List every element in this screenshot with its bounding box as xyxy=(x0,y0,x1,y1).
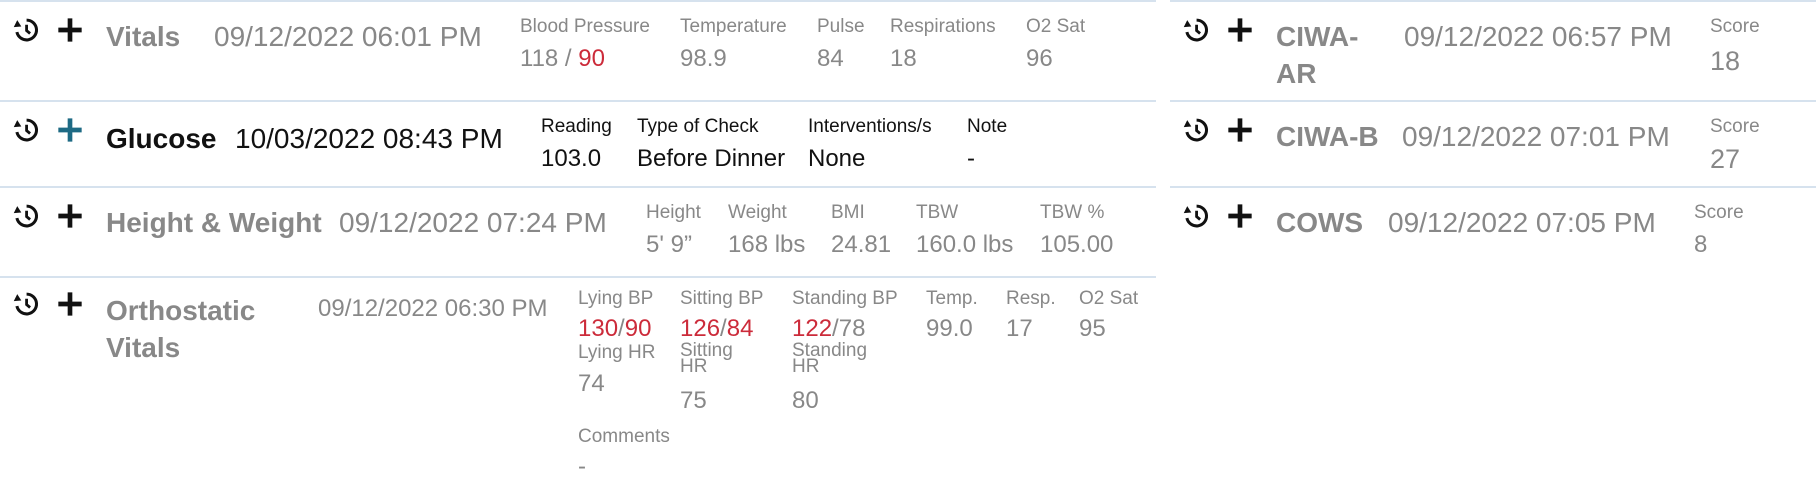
ciwa-ar-history-icon[interactable] xyxy=(1182,16,1210,44)
tbw-percent-value: 105.00 xyxy=(1040,231,1114,258)
vitals-title[interactable]: Vitals xyxy=(106,18,180,55)
ciwa-b-row: CIWA-B 09/12/2022 07:01 PM Score 27 xyxy=(1170,100,1816,186)
vitals-row: Vitals 09/12/2022 06:01 PM Blood Pressur… xyxy=(0,0,1156,100)
standing-hr-label-line2: HR xyxy=(792,356,820,377)
sitting-hr-value: 75 xyxy=(680,387,707,414)
ciwa-ar-title-line2[interactable]: AR xyxy=(1276,55,1316,92)
orthostatic-temp-label: Temp. xyxy=(926,288,978,309)
cows-score-label: Score xyxy=(1694,202,1744,223)
vitals-bp-label: Blood Pressure xyxy=(520,16,650,37)
vitals-temp-value: 98.9 xyxy=(680,45,727,72)
vitals-history-icon[interactable] xyxy=(12,16,40,44)
cows-score-value: 8 xyxy=(1694,231,1708,258)
cows-date: 09/12/2022 07:05 PM xyxy=(1388,207,1656,238)
glucose-note-value: - xyxy=(967,145,975,172)
orthostatic-title-line1[interactable]: Orthostatic xyxy=(106,292,255,329)
glucose-check-value: Before Dinner xyxy=(637,145,786,172)
lying-hr-label: Lying HR xyxy=(578,342,656,363)
orthostatic-temp-value: 99.0 xyxy=(926,315,973,342)
lying-bp-label: Lying BP xyxy=(578,288,654,309)
comments-label: Comments xyxy=(578,426,670,447)
cows-row: COWS 09/12/2022 07:05 PM Score 8 xyxy=(1170,186,1816,276)
ciwa-b-score-value: 27 xyxy=(1710,144,1741,174)
height-weight-history-icon[interactable] xyxy=(12,202,40,230)
vitals-add-icon[interactable] xyxy=(56,16,84,44)
tbw-label: TBW xyxy=(916,202,959,223)
standing-bp-label: Standing BP xyxy=(792,288,898,309)
orthostatic-resp-value: 17 xyxy=(1006,315,1033,342)
cows-add-icon[interactable] xyxy=(1226,202,1254,230)
sitting-bp-label: Sitting BP xyxy=(680,288,764,309)
glucose-add-icon[interactable] xyxy=(56,116,84,144)
vitals-temp-label: Temperature xyxy=(680,16,787,37)
comments-value: - xyxy=(578,453,586,478)
ciwa-ar-add-icon[interactable] xyxy=(1226,16,1254,44)
sitting-hr-label-line2: HR xyxy=(680,356,708,377)
orthostatic-o2-value: 95 xyxy=(1079,315,1106,342)
glucose-reading-label: Reading xyxy=(541,116,612,137)
ciwa-b-add-icon[interactable] xyxy=(1226,116,1254,144)
ciwa-ar-title-line1[interactable]: CIWA- xyxy=(1276,18,1358,55)
glucose-reading-value: 103.0 xyxy=(541,145,602,172)
glucose-row: Glucose 10/03/2022 08:43 PM Reading 103.… xyxy=(0,100,1156,186)
vitals-resp-label: Respirations xyxy=(890,16,996,37)
ciwa-b-title[interactable]: CIWA-B xyxy=(1276,118,1379,155)
vitals-o2-value: 96 xyxy=(1026,45,1053,72)
ciwa-ar-score-label: Score xyxy=(1710,16,1760,37)
ciwa-ar-score-value: 18 xyxy=(1710,46,1741,76)
height-weight-date: 09/12/2022 07:24 PM xyxy=(339,207,607,238)
ciwa-b-date: 09/12/2022 07:01 PM xyxy=(1402,121,1670,152)
orthostatic-resp-label: Resp. xyxy=(1006,288,1056,309)
ciwa-ar-row: CIWA- AR 09/12/2022 06:57 PM Score 18 xyxy=(1170,0,1816,100)
height-label: Height xyxy=(646,202,701,223)
vitals-date: 09/12/2022 06:01 PM xyxy=(214,21,482,52)
weight-value: 168 lbs xyxy=(728,231,806,258)
height-weight-add-icon[interactable] xyxy=(56,202,84,230)
orthostatic-date: 09/12/2022 06:30 PM xyxy=(318,295,548,322)
cows-history-icon[interactable] xyxy=(1182,202,1210,230)
weight-label: Weight xyxy=(728,202,787,223)
height-value: 5' 9” xyxy=(646,231,692,258)
orthostatic-add-icon[interactable] xyxy=(56,290,84,318)
vitals-pulse-value: 84 xyxy=(817,45,844,72)
orthostatic-title-line2[interactable]: Vitals xyxy=(106,329,180,366)
glucose-interventions-label: Interventions/s xyxy=(808,116,932,137)
orthostatic-o2-label: O2 Sat xyxy=(1079,288,1139,309)
glucose-title[interactable]: Glucose xyxy=(106,120,216,157)
glucose-note-label: Note xyxy=(967,116,1008,137)
lying-bp-value: 130/90 xyxy=(578,315,652,342)
ciwa-b-history-icon[interactable] xyxy=(1182,116,1210,144)
orthostatic-vitals-row: Orthostatic Vitals 09/12/2022 06:30 PM L… xyxy=(0,276,1156,478)
vitals-bp-value: 118 / 90 xyxy=(520,45,605,72)
glucose-date: 10/03/2022 08:43 PM xyxy=(235,123,503,154)
glucose-history-icon[interactable] xyxy=(12,116,40,144)
orthostatic-history-icon[interactable] xyxy=(12,290,40,318)
standing-hr-value: 80 xyxy=(792,387,819,414)
glucose-check-label: Type of Check xyxy=(637,116,759,137)
bmi-value: 24.81 xyxy=(831,231,892,258)
tbw-value: 160.0 lbs xyxy=(916,231,1014,258)
glucose-interventions-value: None xyxy=(808,145,866,172)
cows-title[interactable]: COWS xyxy=(1276,204,1363,241)
vitals-pulse-label: Pulse xyxy=(817,16,865,37)
vitals-resp-value: 18 xyxy=(890,45,917,72)
ciwa-ar-date: 09/12/2022 06:57 PM xyxy=(1404,21,1672,52)
ciwa-b-score-label: Score xyxy=(1710,116,1760,137)
lying-hr-value: 74 xyxy=(578,370,605,397)
tbw-percent-label: TBW % xyxy=(1040,202,1105,223)
vitals-o2-label: O2 Sat xyxy=(1026,16,1086,37)
height-weight-row: Height & Weight 09/12/2022 07:24 PM Heig… xyxy=(0,186,1156,276)
height-weight-title[interactable]: Height & Weight xyxy=(106,204,322,241)
bmi-label: BMI xyxy=(831,202,865,223)
